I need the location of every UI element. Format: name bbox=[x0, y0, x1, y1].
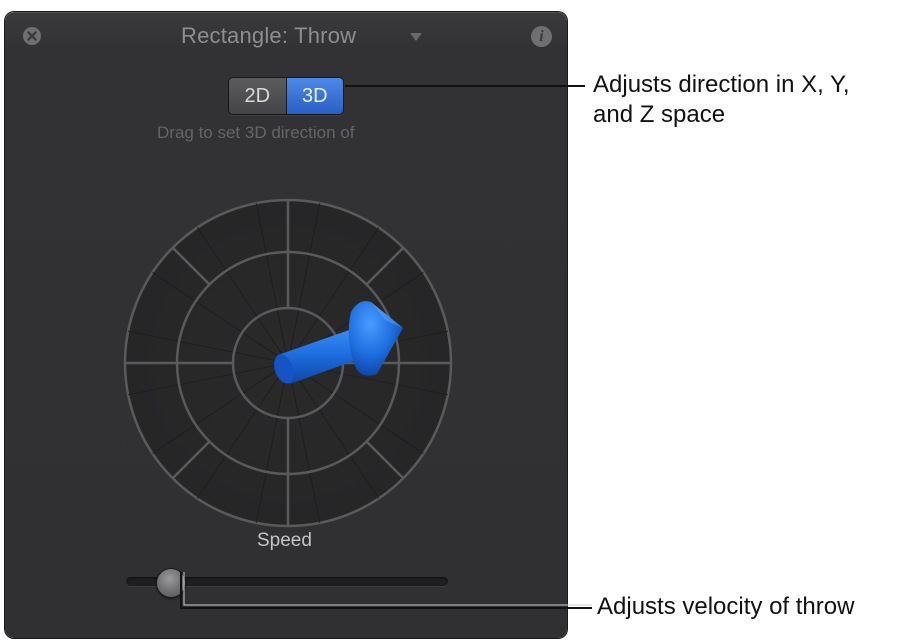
hint-text: Drag to set 3D direction of bbox=[157, 123, 355, 142]
title-bar: Rectangle: Throw i bbox=[5, 12, 567, 58]
info-icon[interactable]: i bbox=[531, 26, 552, 47]
direction-dial[interactable] bbox=[123, 198, 453, 528]
mode-3d-button[interactable]: 3D bbox=[286, 78, 343, 114]
callout-line-direction bbox=[345, 85, 585, 87]
panel-title[interactable]: Rectangle: Throw bbox=[181, 23, 356, 49]
speed-label: Speed bbox=[257, 530, 312, 551]
close-icon[interactable] bbox=[23, 27, 41, 45]
callout-direction-line-1: Adjusts direction in X, Y, bbox=[593, 71, 850, 98]
chevron-down-icon[interactable] bbox=[410, 33, 422, 41]
callout-line-velocity bbox=[180, 572, 592, 609]
callout-velocity: Adjusts velocity of throw bbox=[597, 592, 854, 622]
callout-direction-line-2: and Z space bbox=[593, 101, 726, 128]
mode-toggle: 2D 3D bbox=[228, 77, 344, 115]
mode-2d-button[interactable]: 2D bbox=[229, 78, 287, 114]
callout-velocity-line-1: Adjusts velocity of throw bbox=[597, 593, 855, 620]
callout-direction: Adjusts direction in X, Y, and Z space bbox=[593, 70, 850, 130]
hud-panel: Rectangle: Throw i 2D 3D Drag to set 3D … bbox=[5, 12, 567, 638]
